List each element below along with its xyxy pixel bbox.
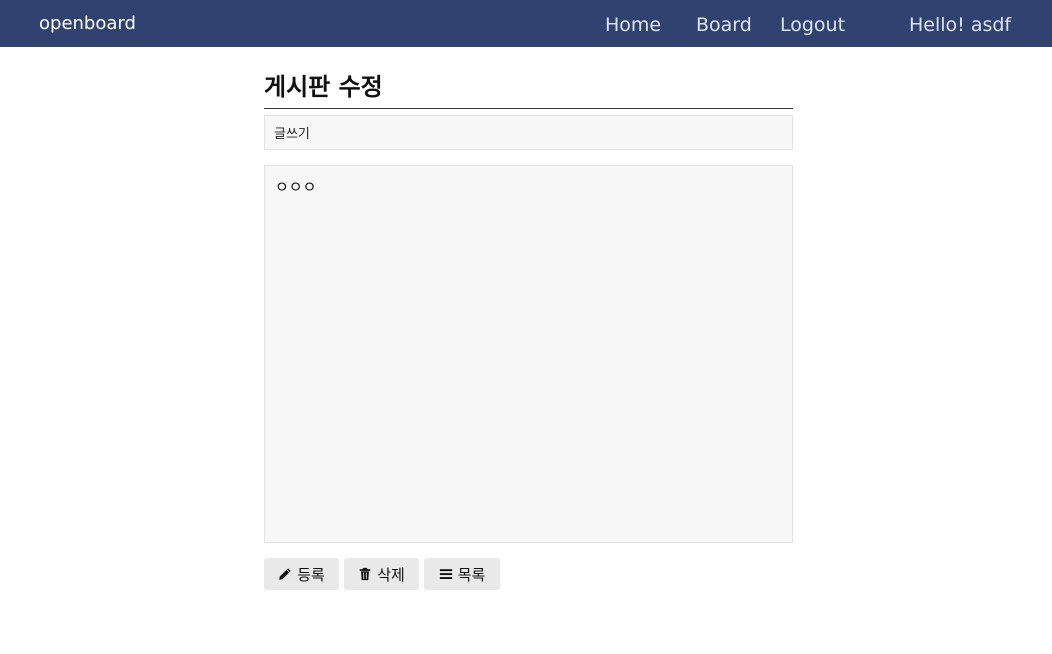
- save-button[interactable]: 등록: [264, 558, 339, 590]
- trash-icon: [358, 567, 372, 581]
- page-title: 게시판 수정: [264, 47, 793, 109]
- list-button-label: 목록: [457, 565, 486, 584]
- list-button[interactable]: 목록: [424, 558, 500, 590]
- nav-board-link[interactable]: Board: [696, 0, 752, 47]
- post-content-textarea[interactable]: ㅇㅇㅇ: [264, 165, 793, 543]
- list-icon: [439, 567, 453, 581]
- user-greeting: Hello! asdf: [909, 14, 1012, 36]
- pencil-icon: [278, 567, 292, 581]
- nav-logout-link[interactable]: Logout: [780, 0, 845, 47]
- edit-form-container: 게시판 수정 ㅇㅇㅇ 등록 삭제 목록: [264, 47, 793, 590]
- delete-button[interactable]: 삭제: [344, 558, 419, 590]
- delete-button-label: 삭제: [377, 565, 405, 584]
- post-title-input[interactable]: [264, 115, 793, 150]
- brand-link[interactable]: openboard: [39, 0, 136, 47]
- save-button-label: 등록: [297, 565, 325, 584]
- nav-home-link[interactable]: Home: [605, 0, 661, 47]
- top-navbar: openboard Home Board Logout Hello! asdf: [0, 0, 1052, 47]
